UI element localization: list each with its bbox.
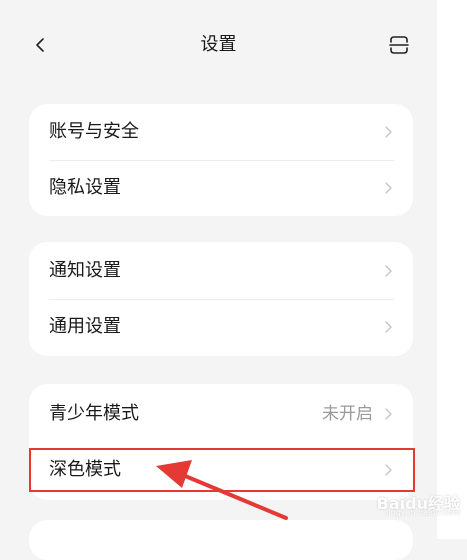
scan-icon [389, 36, 409, 54]
settings-group-general: 通知设置 通用设置 [29, 242, 413, 356]
chevron-right-icon [385, 265, 392, 277]
settings-item-account-security[interactable]: 账号与安全 [29, 104, 413, 160]
settings-group-more [29, 520, 413, 560]
settings-group-account: 账号与安全 隐私设置 [29, 104, 413, 216]
item-status: 未开启 [322, 404, 373, 424]
watermark-url: jingyan.baidu.com [386, 508, 460, 517]
settings-item-teen-mode[interactable]: 青少年模式 未开启 [29, 386, 413, 442]
highlight-box [29, 448, 415, 492]
scan-button[interactable] [384, 30, 414, 60]
settings-item-notifications[interactable]: 通知设置 [29, 243, 413, 299]
item-label: 账号与安全 [49, 121, 139, 142]
item-label: 青少年模式 [49, 403, 139, 424]
item-label: 通用设置 [49, 316, 121, 337]
settings-item-general[interactable]: 通用设置 [29, 299, 413, 355]
chevron-right-icon [385, 321, 392, 333]
chevron-right-icon [385, 408, 392, 420]
settings-item-privacy[interactable]: 隐私设置 [29, 160, 413, 216]
item-label: 通知设置 [49, 260, 121, 281]
right-edge-strip [437, 0, 467, 539]
chevron-right-icon [385, 126, 392, 138]
page-title: 设置 [200, 34, 237, 55]
item-label: 隐私设置 [49, 177, 121, 198]
header: 设置 [0, 0, 437, 95]
chevron-right-icon [385, 182, 392, 194]
